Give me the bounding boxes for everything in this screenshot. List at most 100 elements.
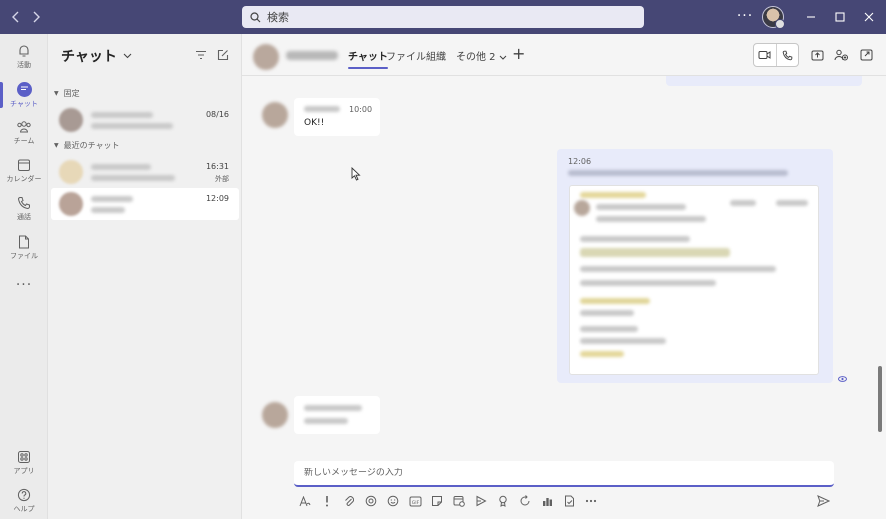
back-arrow-icon[interactable] — [6, 7, 26, 27]
audio-call-icon[interactable] — [775, 44, 798, 66]
tab-more[interactable]: その他 2 — [456, 48, 507, 63]
chat-row-selected[interactable]: 12:09 — [51, 188, 239, 220]
avatar — [253, 44, 279, 70]
section-pinned[interactable]: ▼ 固定 — [54, 88, 80, 99]
rail-item-help[interactable]: ヘルプ — [0, 482, 48, 519]
refresh-icon[interactable] — [514, 492, 536, 510]
share-screen-icon[interactable] — [809, 47, 825, 63]
filter-icon[interactable] — [194, 48, 208, 62]
scrollbar-thumb[interactable] — [878, 366, 882, 432]
avatar — [59, 108, 83, 132]
outgoing-message[interactable]: 12:06 — [557, 149, 833, 383]
format-icon[interactable] — [294, 492, 316, 510]
forward-arrow-icon[interactable] — [26, 7, 46, 27]
rail-item-label: チーム — [13, 137, 35, 145]
settings-more-button[interactable]: ··· — [737, 6, 753, 26]
add-tab-button[interactable]: + — [512, 44, 525, 63]
maximize-icon[interactable] — [830, 7, 850, 27]
priority-icon[interactable] — [316, 492, 338, 510]
send-icon[interactable] — [814, 492, 832, 510]
svg-text:GIF: GIF — [411, 499, 419, 505]
chat-list-title[interactable]: チャット — [61, 46, 132, 66]
pop-out-icon[interactable] — [858, 47, 874, 63]
user-avatar[interactable] — [762, 6, 785, 29]
stream-icon[interactable] — [470, 492, 492, 510]
add-people-icon[interactable] — [833, 47, 849, 63]
message-compose-box[interactable] — [294, 461, 834, 487]
approval-icon[interactable] — [558, 492, 580, 510]
search-box[interactable]: 検索 — [242, 6, 644, 28]
conversation-header: チャット ファイル 組織 その他 2 + — [242, 34, 886, 76]
video-call-icon[interactable] — [754, 44, 776, 66]
chat-icon — [16, 81, 32, 97]
phone-icon — [17, 197, 30, 210]
gif-icon[interactable]: GIF — [404, 492, 426, 510]
attach-icon[interactable] — [338, 492, 360, 510]
app-rail: 活動 チャット チーム カレンダー 通話 ファイル ··· アプリ ヘルプ — [0, 34, 48, 519]
collapse-triangle-icon: ▼ — [54, 142, 59, 149]
more-apps-icon[interactable]: ··· — [0, 277, 48, 293]
incoming-message[interactable]: 10:00 OK!! — [294, 98, 380, 136]
contact-name-blurred — [286, 51, 338, 60]
mouse-cursor-icon — [351, 166, 361, 184]
compose-toolbar: GIF — [294, 492, 602, 510]
loop-icon[interactable] — [360, 492, 382, 510]
avatar — [262, 102, 288, 128]
chevron-down-icon — [123, 51, 132, 62]
message-input[interactable] — [304, 468, 834, 478]
title-bar: 検索 ··· — [0, 0, 886, 34]
message-text: OK!! — [304, 118, 325, 128]
call-button-group — [753, 43, 799, 67]
emoji-icon[interactable] — [382, 492, 404, 510]
tab-files[interactable]: ファイル — [386, 48, 426, 63]
chat-row-time: 08/16 — [205, 110, 229, 119]
apps-icon — [18, 451, 30, 463]
rail-item-teams[interactable]: チーム — [0, 114, 48, 152]
search-placeholder: 検索 — [267, 11, 289, 24]
sticker-icon[interactable] — [426, 492, 448, 510]
rail-item-calendar[interactable]: カレンダー — [0, 152, 48, 190]
rail-item-label: チャット — [10, 99, 38, 108]
rail-item-chat[interactable]: チャット — [0, 76, 48, 114]
praise-icon[interactable] — [492, 492, 514, 510]
collapse-triangle-icon: ▼ — [54, 90, 59, 97]
rail-item-calls[interactable]: 通話 — [0, 190, 48, 228]
more-options-icon[interactable] — [580, 492, 602, 510]
tab-org[interactable]: 組織 — [426, 48, 446, 63]
message-time: 10:00 — [349, 105, 373, 114]
avatar — [262, 402, 288, 428]
rail-item-files[interactable]: ファイル — [0, 229, 48, 267]
section-recent[interactable]: ▼ 最近のチャット — [54, 140, 120, 151]
chat-row[interactable]: 16:31 外部 — [51, 156, 239, 188]
tab-chat[interactable]: チャット — [348, 48, 388, 69]
rail-item-label: 活動 — [17, 61, 31, 69]
teams-icon — [17, 121, 31, 133]
rail-item-label: ファイル — [10, 252, 38, 260]
previous-message-bubble — [666, 76, 862, 86]
new-chat-icon[interactable] — [216, 48, 230, 62]
rail-item-activity[interactable]: 活動 — [0, 38, 48, 76]
rail-item-apps[interactable]: アプリ — [0, 444, 48, 482]
message-time: 12:06 — [568, 157, 592, 166]
incoming-message[interactable] — [294, 396, 380, 434]
chart-icon[interactable] — [536, 492, 558, 510]
calendar-icon — [18, 159, 30, 171]
minimize-icon[interactable] — [801, 7, 821, 27]
rail-item-label: ヘルプ — [13, 505, 35, 513]
schedule-meeting-icon[interactable] — [448, 492, 470, 510]
quoted-message-card[interactable] — [569, 185, 819, 375]
chat-row-time: 12:09 — [205, 194, 229, 203]
external-badge: 外部 — [215, 175, 229, 183]
rail-item-label: カレンダー — [6, 175, 42, 183]
chat-row[interactable]: 08/16 — [51, 104, 239, 136]
file-icon — [19, 235, 29, 249]
conversation-pane: チャット ファイル 組織 その他 2 + 10:00 OK!! 12:06 新し… — [242, 34, 886, 519]
avatar — [59, 160, 83, 184]
search-icon — [250, 11, 261, 22]
close-icon[interactable] — [859, 7, 879, 27]
read-receipt-eye-icon — [838, 375, 847, 384]
rail-item-label: 通話 — [17, 213, 31, 221]
chevron-down-icon — [499, 52, 507, 63]
rail-item-label: アプリ — [13, 467, 35, 475]
help-icon — [17, 488, 31, 502]
